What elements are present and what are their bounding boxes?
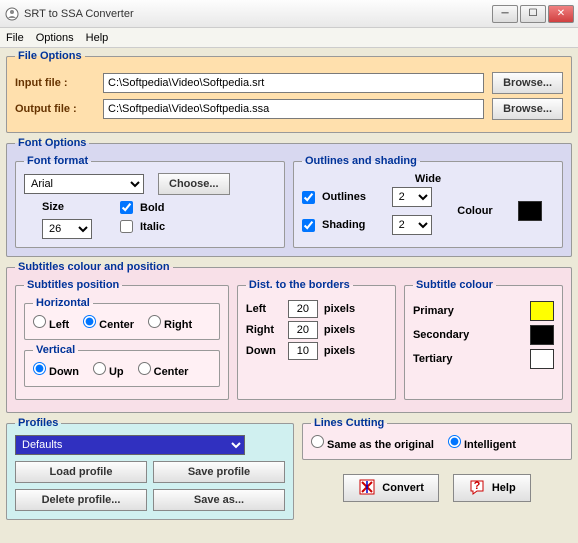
subtitle-colour-legend: Subtitle colour — [413, 279, 496, 291]
output-file-label: Output file : — [15, 103, 95, 115]
dist-left-label: Left — [246, 303, 282, 315]
distance-group: Dist. to the borders Leftpixels Rightpix… — [237, 279, 396, 400]
help-button[interactable]: ? Help — [453, 474, 531, 502]
dist-right-field[interactable] — [288, 321, 318, 339]
choose-font-button[interactable]: Choose... — [158, 173, 230, 195]
v-down-radio[interactable]: Down — [33, 362, 79, 378]
save-as-button[interactable]: Save as... — [153, 489, 285, 511]
shading-width-select[interactable]: 2 — [392, 215, 432, 235]
distance-legend: Dist. to the borders — [246, 279, 353, 291]
dist-right-label: Right — [246, 324, 282, 336]
font-family-select[interactable]: Arial — [24, 174, 144, 194]
h-right-radio[interactable]: Right — [148, 315, 192, 331]
colour-label: Colour — [457, 205, 504, 217]
secondary-label: Secondary — [413, 329, 469, 341]
v-center-radio[interactable]: Center — [138, 362, 189, 378]
convert-icon — [358, 478, 376, 499]
menu-help[interactable]: Help — [86, 32, 109, 44]
bold-checkbox[interactable]: Bold — [120, 201, 165, 214]
same-original-radio[interactable]: Same as the original — [311, 435, 434, 451]
h-center-radio[interactable]: Center — [83, 315, 134, 331]
vertical-legend: Vertical — [33, 344, 78, 356]
h-left-radio[interactable]: Left — [33, 315, 69, 331]
v-up-radio[interactable]: Up — [93, 362, 124, 378]
input-file-field[interactable] — [103, 73, 484, 93]
shading-checkbox[interactable]: Shading — [302, 219, 378, 232]
minimize-button[interactable]: ─ — [492, 5, 518, 23]
outlines-checkbox[interactable]: Outlines — [302, 191, 378, 204]
input-file-label: Input file : — [15, 77, 95, 89]
outline-colour-swatch[interactable] — [518, 201, 542, 221]
intelligent-radio[interactable]: Intelligent — [448, 435, 516, 451]
convert-button[interactable]: Convert — [343, 474, 439, 502]
dist-down-field[interactable] — [288, 342, 318, 360]
outlines-width-select[interactable]: 2 — [392, 187, 432, 207]
secondary-colour-swatch[interactable] — [530, 325, 554, 345]
subtitles-legend: Subtitles colour and position — [15, 261, 173, 273]
outlines-group: Outlines and shading Wide Outlines 2 Col… — [293, 155, 563, 248]
font-format-legend: Font format — [24, 155, 91, 167]
profiles-group: Profiles Defaults Load profile Save prof… — [6, 417, 294, 520]
menubar: File Options Help — [0, 28, 578, 48]
wide-label: Wide — [302, 173, 554, 185]
titlebar: SRT to SSA Converter ─ ☐ ✕ — [0, 0, 578, 28]
menu-file[interactable]: File — [6, 32, 24, 44]
italic-checkbox[interactable]: Italic — [120, 220, 165, 233]
font-options-legend: Font Options — [15, 137, 89, 149]
help-icon: ? — [468, 478, 486, 499]
profile-select[interactable]: Defaults — [15, 435, 245, 455]
browse-output-button[interactable]: Browse... — [492, 98, 563, 120]
primary-label: Primary — [413, 305, 454, 317]
lines-cutting-legend: Lines Cutting — [311, 417, 387, 429]
horizontal-group: Horizontal Left Center Right — [24, 297, 220, 340]
subtitle-colour-group: Subtitle colour Primary Secondary Tertia… — [404, 279, 563, 400]
browse-input-button[interactable]: Browse... — [492, 72, 563, 94]
vertical-group: Vertical Down Up Center — [24, 344, 220, 387]
horizontal-legend: Horizontal — [33, 297, 93, 309]
svg-text:?: ? — [473, 480, 480, 492]
tertiary-label: Tertiary — [413, 353, 453, 365]
delete-profile-button[interactable]: Delete profile... — [15, 489, 147, 511]
output-file-field[interactable] — [103, 99, 484, 119]
font-options-group: Font Options Font format Arial Choose...… — [6, 137, 572, 257]
close-button[interactable]: ✕ — [548, 5, 574, 23]
lines-cutting-group: Lines Cutting Same as the original Intel… — [302, 417, 572, 460]
size-label: Size — [42, 201, 92, 213]
app-icon — [4, 6, 20, 22]
window-title: SRT to SSA Converter — [24, 8, 492, 20]
load-profile-button[interactable]: Load profile — [15, 461, 147, 483]
tertiary-colour-swatch[interactable] — [530, 349, 554, 369]
dist-down-label: Down — [246, 345, 282, 357]
outlines-legend: Outlines and shading — [302, 155, 420, 167]
subtitles-group: Subtitles colour and position Subtitles … — [6, 261, 572, 413]
profiles-legend: Profiles — [15, 417, 61, 429]
primary-colour-swatch[interactable] — [530, 301, 554, 321]
font-format-group: Font format Arial Choose... Size 26 Bold… — [15, 155, 285, 248]
save-profile-button[interactable]: Save profile — [153, 461, 285, 483]
subtitles-position-group: Subtitles position Horizontal Left Cente… — [15, 279, 229, 400]
file-options-legend: File Options — [15, 50, 85, 62]
dist-left-field[interactable] — [288, 300, 318, 318]
subtitles-position-legend: Subtitles position — [24, 279, 122, 291]
menu-options[interactable]: Options — [36, 32, 74, 44]
font-size-select[interactable]: 26 — [42, 219, 92, 239]
file-options-group: File Options Input file : Browse... Outp… — [6, 50, 572, 133]
maximize-button[interactable]: ☐ — [520, 5, 546, 23]
